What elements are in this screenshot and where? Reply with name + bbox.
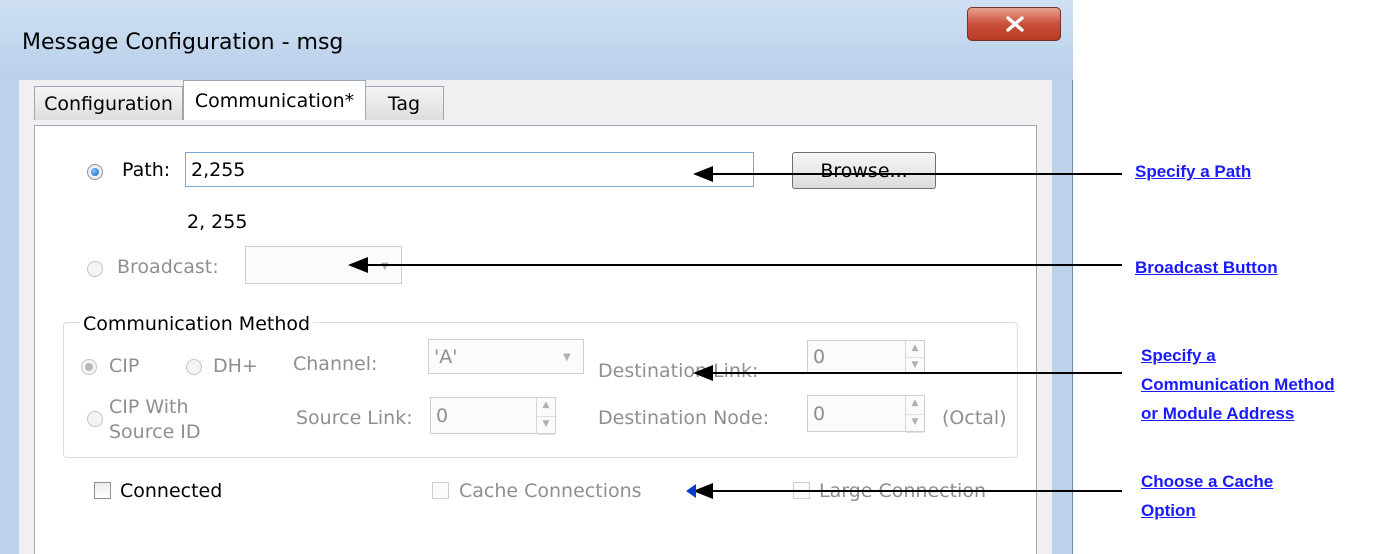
cache-arrow-icon	[686, 484, 696, 498]
link-cache-option-line2[interactable]: Option	[1141, 496, 1196, 525]
link-comm-method-line3[interactable]: or Module Address	[1141, 399, 1294, 428]
link-comm-method-line1[interactable]: Specify a	[1141, 341, 1216, 370]
link-specify-path[interactable]: Specify a Path	[1135, 157, 1251, 186]
link-broadcast-button[interactable]: Broadcast Button	[1135, 253, 1278, 282]
tab-label: Communication*	[194, 89, 355, 112]
link-cache-option-line1[interactable]: Choose a Cache	[1141, 467, 1273, 496]
tab-communication[interactable]: Communication*	[183, 80, 366, 120]
link-comm-method-line2[interactable]: Communication Method	[1141, 370, 1335, 399]
